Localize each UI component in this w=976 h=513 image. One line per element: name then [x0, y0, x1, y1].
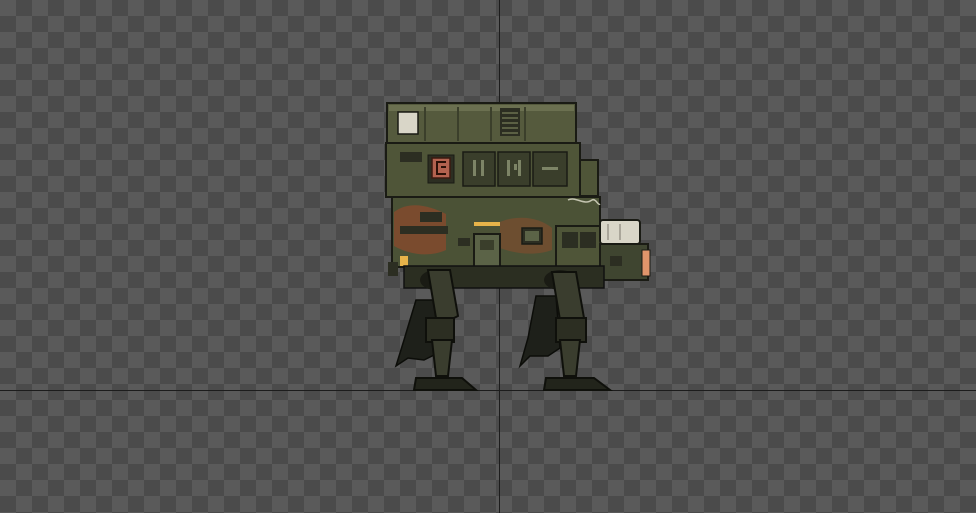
rear-legs — [394, 295, 561, 369]
rear-right-leg — [518, 295, 561, 369]
main-hull: 556 — [388, 196, 651, 290]
roof-hatch-icon — [397, 111, 419, 135]
mech-walker-sprite[interactable]: 556 — [0, 0, 976, 513]
left-indicator-light-icon — [400, 256, 408, 266]
roof-module — [386, 102, 577, 144]
upper-cabin — [385, 142, 599, 198]
roof-light-icon — [474, 222, 500, 226]
headlight-icon — [641, 249, 651, 277]
